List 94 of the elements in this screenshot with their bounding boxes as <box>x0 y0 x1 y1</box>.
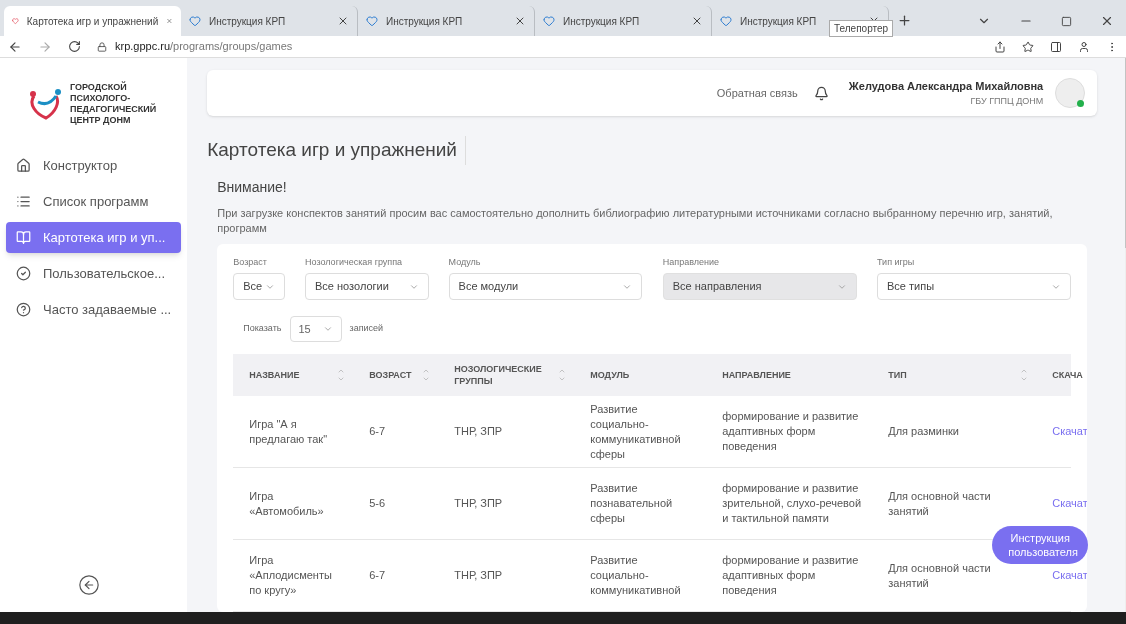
tab-title: Инструкция КРП <box>386 14 464 29</box>
tab-title: Инструкция КРП <box>209 14 287 29</box>
close-icon[interactable] <box>514 15 526 27</box>
chevron-down-icon <box>322 324 333 334</box>
column-header: СКАЧА <box>1051 369 1084 381</box>
entries-label: записей <box>349 322 384 336</box>
table-cell-text: ТНР, ЗПР <box>453 424 504 439</box>
column-header[interactable]: ТИП <box>872 367 1037 383</box>
logo-text: ПСИХОЛОГО- <box>70 93 132 103</box>
question-icon <box>16 302 31 317</box>
sidebar-item[interactable]: Картотека игр и уп... <box>6 222 182 253</box>
filter-select[interactable]: Все нозологии <box>305 273 429 300</box>
tooltip: Телепортер <box>829 20 894 37</box>
logo-text: ЦЕНТР ДОНМ <box>70 115 132 126</box>
column-header[interactable]: НОЗОЛОГИЧЕСКИЕ ГРУППЫ <box>438 363 575 387</box>
reload-icon[interactable] <box>68 40 81 53</box>
filter-select[interactable]: Все модули <box>448 273 642 300</box>
download-link[interactable]: Скачат <box>1036 568 1088 583</box>
page-title: Картотека игр и упражнений <box>207 136 466 165</box>
filter-label: Направление <box>662 255 720 269</box>
logo-text: ГОРОДСКОЙ <box>70 82 128 93</box>
column-header: МОДУЛЬ <box>589 369 631 381</box>
sort-icon <box>558 367 567 383</box>
sidebar-item[interactable]: Пользовательское... <box>6 258 182 289</box>
browser-tab[interactable]: Картотека игр и упражнений <box>4 6 181 36</box>
sort-icon <box>1020 367 1029 383</box>
check-circle-icon <box>16 266 31 281</box>
filter-select[interactable]: Все типы <box>877 273 1072 300</box>
sidebar-item[interactable]: Часто задаваемые ... <box>6 294 182 325</box>
table-cell-text: формирование и развитие адаптивных форм поведения <box>721 409 860 454</box>
tab-favicon-icon <box>189 15 201 27</box>
tab-favicon-icon <box>12 15 19 27</box>
tab-title: Инструкция КРП <box>563 14 641 29</box>
notification-icon[interactable] <box>813 85 829 101</box>
table-cell-text: 5-6 <box>368 496 387 511</box>
profile-icon[interactable] <box>1078 40 1090 53</box>
table-cell-text: Развитие социально-коммуникативной сферы <box>589 401 682 462</box>
filter-label: Нозологическая группа <box>305 255 404 269</box>
user-org: ГБУ ГППЦ ДОНМ <box>970 94 1044 108</box>
table-cell-text: Для основной части занятий <box>887 488 992 519</box>
sidebar-item[interactable]: Список программ <box>6 186 182 217</box>
table-cell-text: Развитие социально-коммуникативной <box>589 553 682 598</box>
table-cell-text: Игра "А я предлагаю так" <box>248 416 329 447</box>
download-link[interactable]: Скачат <box>1036 424 1088 439</box>
table-cell-text: Для разминки <box>887 424 960 439</box>
table-cell-text: ТНР, ЗПР <box>453 568 504 583</box>
user-name: Желудова Александра Михайловна <box>848 79 1044 94</box>
collapse-icon[interactable] <box>78 574 100 596</box>
filter-label: Тип игры <box>877 255 916 269</box>
filter-label: Модуль <box>448 255 482 269</box>
list-icon <box>16 194 31 209</box>
table-cell-text: Игра «Аплодисменты по кругу» <box>248 553 333 598</box>
filter-label: Возраст <box>233 255 268 269</box>
page-size-select[interactable]: 15 <box>289 316 342 342</box>
filter-select[interactable]: Все <box>233 273 286 300</box>
close-icon[interactable] <box>337 15 349 27</box>
home-icon <box>16 158 31 173</box>
table-cell-text: формирование и развитие адаптивных форм поведения <box>721 553 860 598</box>
side-panel-icon[interactable] <box>1050 40 1062 53</box>
table-cell-text: Игра «Автомобиль» <box>248 488 325 519</box>
table-cell-text: Развитие познавательной сферы <box>589 481 674 526</box>
book-icon <box>16 230 31 245</box>
table-cell-text: ТНР, ЗПР <box>453 496 504 511</box>
logo-text: ПЕДАГОГИЧЕСКИЙ <box>70 104 157 115</box>
close-window-icon[interactable] <box>1100 14 1114 28</box>
close-icon[interactable] <box>691 15 703 27</box>
maximize-icon[interactable] <box>1061 15 1072 27</box>
download-link[interactable]: Скачат <box>1036 496 1088 511</box>
bookmark-icon[interactable] <box>1022 40 1034 53</box>
table-cell-text: 6-7 <box>368 568 387 583</box>
table-cell-text: формирование и развитие зрительной, слухо-речевой и тактильной памяти <box>721 481 863 526</box>
back-icon[interactable] <box>8 39 22 54</box>
sort-icon <box>422 367 431 383</box>
column-header: НАПРАВЛЕНИЕ <box>721 369 792 381</box>
table-cell-text: Для основной части занятий <box>887 560 992 591</box>
tab-favicon-icon <box>720 15 732 27</box>
table-cell-text: 6-7 <box>368 424 387 439</box>
notice-title: Внимание! <box>217 177 288 197</box>
tab-favicon-icon <box>366 15 378 27</box>
user-avatar[interactable] <box>1055 78 1086 108</box>
user-guide-button[interactable]: Инструкция пользователя <box>992 526 1089 564</box>
column-header[interactable]: НАЗВАНИЕ <box>233 367 354 383</box>
sidebar-item[interactable]: Конструктор <box>6 150 182 181</box>
notice-text: При загрузке конспектов занятий просим вас самостоятельно дополнить библиографию литературными источниками согласно выбранному перечню игр, занятий, программ <box>217 205 1054 236</box>
feedback-link[interactable]: Обратная связь <box>716 84 798 102</box>
share-icon[interactable] <box>994 40 1006 53</box>
scrollbar-thumb[interactable] <box>1125 58 1126 248</box>
tab-title: Картотека игр и упражнений <box>26 14 159 29</box>
show-label: Показать <box>243 322 282 336</box>
column-header[interactable]: ВОЗРАСТ <box>353 367 439 383</box>
new-tab-icon[interactable] <box>897 13 912 28</box>
tab-favicon-icon <box>543 15 555 27</box>
sort-icon <box>337 367 346 383</box>
lock-icon <box>97 41 107 52</box>
